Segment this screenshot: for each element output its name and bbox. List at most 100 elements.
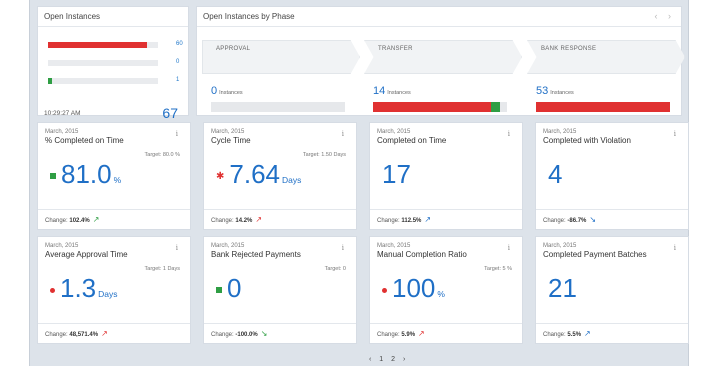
trend-arrow-icon: ↗ xyxy=(584,329,591,338)
card-value-number: 21 xyxy=(548,273,577,303)
divider xyxy=(370,209,522,210)
card-value: 17 xyxy=(382,159,411,190)
card-date: March, 2015 xyxy=(45,243,79,249)
change-value: 112.5% xyxy=(401,218,422,224)
open-instances-total[interactable]: 67 xyxy=(162,105,178,121)
phase-count[interactable]: 14 Instances xyxy=(373,85,411,97)
open-instances-title: Open Instances xyxy=(44,12,101,21)
card-change: Change: 14.2% ↗ xyxy=(211,215,262,224)
trend-arrow-icon: ↗ xyxy=(418,329,425,338)
phase-nav-arrows[interactable]: ‹ › xyxy=(655,11,676,21)
divider xyxy=(204,323,356,324)
card-title: Bank Rejected Payments xyxy=(211,250,301,259)
card-date: March, 2015 xyxy=(211,129,245,135)
kpi-card[interactable]: March, 2015 Completed with Violation i 4 Cha… xyxy=(535,122,689,230)
card-title: Completed with Violation xyxy=(543,136,631,145)
phase-label: TRANSFER xyxy=(378,46,413,52)
card-value-unit: Days xyxy=(282,175,302,185)
info-icon[interactable]: i xyxy=(342,244,344,252)
card-title: % Completed on Time xyxy=(45,136,124,145)
card-date: March, 2015 xyxy=(543,243,577,249)
card-value-number: 7.64 xyxy=(229,159,280,189)
kpi-card[interactable]: March, 2015 Cycle Time i Target: 1.50 Days ✱… xyxy=(203,122,357,230)
dashboard-frame: Open Instances 60 0 1 10:29:27 AM 67 Open … xyxy=(29,0,689,366)
info-icon[interactable]: i xyxy=(176,244,178,252)
info-icon[interactable]: i xyxy=(674,244,676,252)
card-title: Average Approval Time xyxy=(45,250,128,259)
kpi-card[interactable]: March, 2015 Completed on Time i 17 Change: 1… xyxy=(369,122,523,230)
row-count[interactable]: 60 xyxy=(176,41,183,47)
change-label: Change: xyxy=(211,218,234,224)
phase-bar-red xyxy=(373,102,491,112)
phases-panel: Open Instances by Phase ‹ › APPROVAL 0 Ins… xyxy=(196,6,685,116)
info-icon[interactable]: i xyxy=(342,130,344,138)
trend-arrow-icon: ↗ xyxy=(92,215,100,224)
card-target: Target: 1 Days xyxy=(144,266,180,272)
trend-arrow-icon: ↗ xyxy=(255,215,263,224)
phase-bar-red xyxy=(536,102,670,112)
card-change: Change: 102.4% ↗ xyxy=(45,215,99,224)
phases-title: Open Instances by Phase xyxy=(203,12,295,21)
phase-count[interactable]: 0 Instances xyxy=(211,85,243,97)
phase-count-value: 14 xyxy=(373,85,386,97)
kpi-card[interactable]: March, 2015 Average Approval Time i Target:… xyxy=(37,236,191,344)
trend-arrow-icon: ↗ xyxy=(101,329,108,338)
card-change: Change: -100.0% ↘ xyxy=(211,329,267,338)
kpi-card[interactable]: March, 2015 Manual Completion Ratio i Targe… xyxy=(369,236,523,344)
open-instances-row[interactable]: 60 xyxy=(48,41,188,48)
change-value: 5.9% xyxy=(401,332,416,338)
change-label: Change: xyxy=(543,218,566,224)
status-star-icon: ✱ xyxy=(216,170,225,182)
refresh-time: 10:29:27 AM xyxy=(44,110,81,117)
open-instances-row[interactable]: 0 xyxy=(48,59,188,66)
change-value: -100.0% xyxy=(235,332,258,338)
divider xyxy=(197,26,681,27)
phase-bar-green xyxy=(490,102,501,112)
change-value: -86.7% xyxy=(567,218,587,224)
info-icon[interactable]: i xyxy=(508,244,510,252)
bar-track xyxy=(48,78,158,84)
phase-count-value: 53 xyxy=(536,85,549,97)
row-count[interactable]: 0 xyxy=(176,59,179,65)
change-label: Change: xyxy=(543,332,566,338)
card-change: Change: -86.7% ↘ xyxy=(543,215,596,224)
status-dot-icon xyxy=(50,287,55,293)
card-target: Target: 80.0 % xyxy=(144,152,180,158)
change-label: Change: xyxy=(377,218,400,224)
card-date: March, 2015 xyxy=(543,129,577,135)
card-date: March, 2015 xyxy=(45,129,79,135)
kpi-card[interactable]: March, 2015 Completed Payment Batches i 21 C… xyxy=(535,236,689,344)
card-value-unit: % xyxy=(113,175,122,185)
kpi-card[interactable]: March, 2015 Bank Rejected Payments i Target… xyxy=(203,236,357,344)
change-label: Change: xyxy=(377,332,400,338)
status-square-icon xyxy=(216,287,222,294)
card-value-unit: Days xyxy=(98,289,118,299)
card-change: Change: 5.5% ↗ xyxy=(543,329,591,338)
info-icon[interactable]: i xyxy=(508,130,510,138)
kpi-card[interactable]: March, 2015% Completed on Time i Target: 8… xyxy=(37,122,191,230)
divider xyxy=(536,209,688,210)
card-title: Completed on Time xyxy=(377,136,447,145)
card-value-number: 17 xyxy=(382,159,411,189)
change-value: 102.4% xyxy=(69,218,90,224)
phase-count[interactable]: 53 Instances xyxy=(536,85,574,97)
phase-bar xyxy=(536,102,670,112)
card-date: March, 2015 xyxy=(377,243,411,249)
phase-label: APPROVAL xyxy=(216,46,251,52)
card-title: Completed Payment Batches xyxy=(543,250,647,259)
phase-count-value: 0 xyxy=(211,85,218,97)
info-icon[interactable]: i xyxy=(674,130,676,138)
phase-bar xyxy=(373,102,507,112)
change-value: 14.2% xyxy=(235,218,253,224)
card-title: Manual Completion Ratio xyxy=(377,250,467,259)
open-instances-row[interactable]: 1 xyxy=(48,77,188,84)
open-instances-panel: Open Instances 60 0 1 10:29:27 AM 67 xyxy=(37,6,189,121)
row-count[interactable]: 1 xyxy=(176,77,179,83)
bar-fill xyxy=(48,42,147,48)
change-label: Change: xyxy=(45,332,68,338)
change-label: Change: xyxy=(211,332,234,338)
info-icon[interactable]: i xyxy=(176,130,178,138)
card-date: March, 2015 xyxy=(211,243,245,249)
phase-count-unit: Instances xyxy=(219,90,243,96)
pagination[interactable]: ‹ 1 2 › xyxy=(369,356,408,363)
